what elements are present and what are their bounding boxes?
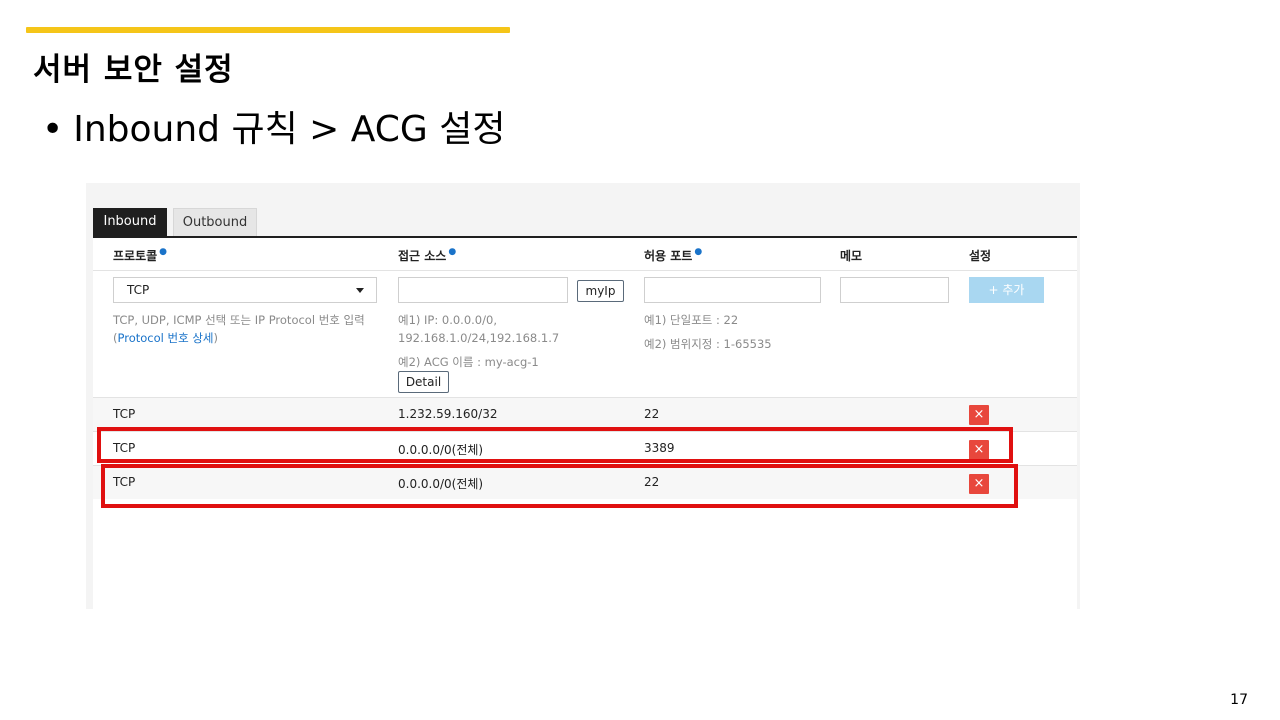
bullet-dot: • bbox=[42, 109, 64, 150]
column-header-protocol: 프로토콜 ● bbox=[113, 247, 168, 263]
highlight-box bbox=[101, 464, 1018, 508]
memo-input[interactable] bbox=[840, 277, 949, 303]
slide-title: 서버 보안 설정 bbox=[33, 52, 234, 88]
rules-table: 프로토콜 ● 접근 소스 ● 허용 포트 ● 메모 설정 TCP TCP, UDP, … bbox=[93, 238, 1077, 609]
add-rule-button[interactable]: + 추가 bbox=[969, 277, 1044, 303]
tab-outbound[interactable]: Outbound bbox=[173, 208, 257, 236]
protocol-select-value: TCP bbox=[127, 283, 150, 297]
port-input[interactable] bbox=[644, 277, 821, 303]
delete-rule-button[interactable]: × bbox=[969, 405, 989, 425]
chevron-down-icon bbox=[356, 288, 364, 293]
protocol-help: TCP, UDP, ICMP 선택 또는 IP Protocol 번호 입력 (… bbox=[113, 313, 365, 345]
column-header-settings: 설정 bbox=[969, 249, 992, 263]
port-help: 예1) 단일포트 : 22 예2) 범위지정 : 1-65535 bbox=[644, 313, 772, 351]
rule-port: 22 bbox=[644, 407, 660, 421]
source-help: 예1) IP: 0.0.0.0/0, 192.168.1.0/24,192.16… bbox=[398, 313, 560, 369]
acg-rules-screenshot: Inbound Outbound 프로토콜 ● 접근 소스 ● 허용 포트 ● 메모 … bbox=[86, 183, 1080, 609]
column-header-source: 접근 소스 ● bbox=[398, 247, 457, 263]
source-input[interactable] bbox=[398, 277, 568, 303]
required-mark: ● bbox=[448, 247, 457, 257]
tab-inbound[interactable]: Inbound bbox=[93, 208, 167, 236]
protocol-number-link[interactable]: Protocol 번호 상세 bbox=[118, 331, 214, 345]
highlight-box bbox=[97, 427, 1013, 463]
rule-tabs: Inbound Outbound bbox=[93, 208, 257, 236]
page-number: 17 bbox=[1230, 692, 1248, 708]
rule-source: 1.232.59.160/32 bbox=[398, 407, 498, 421]
accent-bar bbox=[26, 27, 510, 33]
new-rule-form: TCP TCP, UDP, ICMP 선택 또는 IP Protocol 번호 … bbox=[93, 271, 1077, 398]
protocol-select[interactable]: TCP bbox=[113, 277, 377, 303]
required-mark: ● bbox=[159, 247, 168, 257]
column-header-memo: 메모 bbox=[840, 249, 863, 263]
bullet-item: • Inbound 규칙 > ACG 설정 bbox=[42, 100, 505, 152]
detail-button[interactable]: Detail bbox=[398, 371, 449, 393]
acg-panel: Inbound Outbound 프로토콜 ● 접근 소스 ● 허용 포트 ● 메모 … bbox=[93, 208, 1077, 609]
bullet-text: Inbound 규칙 > ACG 설정 bbox=[73, 109, 506, 150]
rule-protocol: TCP bbox=[113, 407, 136, 421]
myip-button[interactable]: myIp bbox=[577, 280, 624, 302]
table-header: 프로토콜 ● 접근 소스 ● 허용 포트 ● 메모 설정 bbox=[93, 238, 1077, 271]
column-header-port: 허용 포트 ● bbox=[644, 247, 703, 263]
required-mark: ● bbox=[694, 247, 703, 257]
